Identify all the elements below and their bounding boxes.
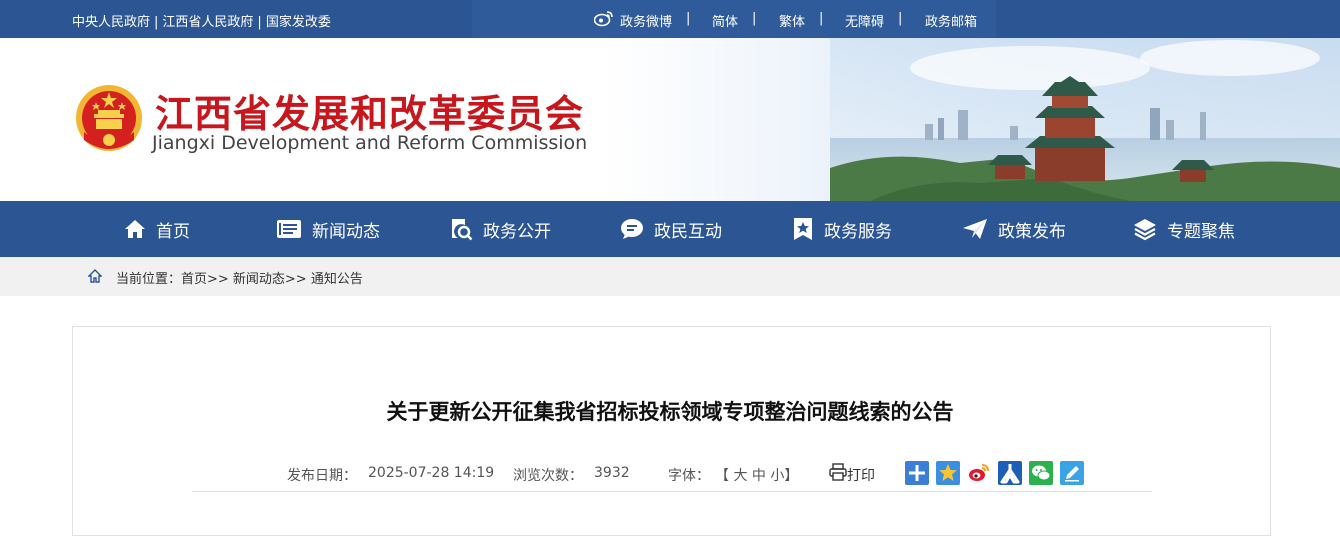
home-icon: [88, 269, 102, 283]
weibo-icon: [593, 10, 614, 31]
top-bar: 中央人民政府 | 江西省人民政府 | 国家发改委 政务微博 | 简体 | 繁体 | 无障…: [0, 0, 1340, 38]
site-title-en: Jiangxi Development and Reform Commissio…: [152, 132, 588, 154]
main-nav: 首页 新闻动态 政务公开 政民互动 政务服务 政策发布 专题聚焦: [0, 201, 1340, 257]
nav-news[interactable]: 新闻动态: [276, 201, 380, 257]
newspaper-icon: [277, 220, 301, 238]
home-icon: [125, 220, 145, 238]
font-size-options[interactable]: 【 大 中 小】: [715, 465, 798, 485]
nav-label: 政务服务: [824, 221, 892, 242]
nav-label: 专题聚焦: [1167, 221, 1235, 242]
print-icon: [829, 463, 847, 485]
link-ndrc[interactable]: 国家发改委: [266, 15, 331, 30]
simplified-link[interactable]: 简体: [712, 11, 738, 30]
nav-interaction[interactable]: 政民互动: [620, 201, 722, 257]
views-label: 浏览次数：: [513, 468, 583, 484]
link-central-gov[interactable]: 中央人民政府: [72, 15, 150, 30]
chat-bubble-icon: [621, 219, 643, 239]
breadcrumb: 当前位置：首页>> 新闻动态>> 通知公告: [0, 257, 1340, 296]
separator: |: [154, 15, 159, 30]
qzone-icon[interactable]: [936, 461, 960, 485]
nav-gov-affairs[interactable]: 政务公开: [449, 201, 551, 257]
link-jiangxi-gov[interactable]: 江西省人民政府: [162, 15, 253, 30]
plus-share-icon[interactable]: [905, 461, 929, 485]
nav-label: 政民互动: [654, 221, 722, 242]
weibo-icon[interactable]: [967, 461, 991, 485]
site-title-cn: 江西省发展和改革委员会: [155, 91, 585, 136]
paper-plane-icon: [963, 219, 987, 239]
article-title: 关于更新公开征集我省招标投标领域专项整治问题线索的公告: [386, 400, 954, 424]
document-search-icon: [452, 219, 473, 241]
weibo-link[interactable]: 政务微博: [620, 11, 672, 30]
nav-label: 首页: [156, 221, 190, 242]
font-size-label: 字体：: [668, 468, 710, 484]
national-emblem-icon: [76, 85, 142, 151]
mail-link[interactable]: 政务邮箱: [925, 11, 977, 30]
article-panel: [72, 326, 1271, 536]
separator: |: [752, 11, 757, 26]
separator: |: [898, 11, 903, 26]
pavilion-scenery-image: [830, 38, 1340, 201]
bookmark-star-icon: [794, 218, 812, 240]
nav-topics[interactable]: 专题聚焦: [1133, 201, 1235, 257]
traditional-link[interactable]: 繁体: [779, 11, 805, 30]
separator: |: [257, 15, 262, 30]
nav-label: 政务公开: [483, 221, 551, 242]
top-tools: 政务微博 | 简体 | 繁体 | 无障碍 | 政务邮箱: [472, 0, 996, 38]
nav-policy[interactable]: 政策发布: [962, 201, 1066, 257]
meta-divider: [192, 491, 1152, 492]
publish-date-label: 发布日期：: [287, 468, 357, 484]
nav-home[interactable]: 首页: [124, 201, 190, 257]
top-links: 中央人民政府 | 江西省人民政府 | 国家发改委: [72, 11, 331, 30]
separator: |: [686, 11, 691, 26]
site-banner: 江西省发展和改革委员会 Jiangxi Development and Refo…: [0, 38, 1340, 201]
views-value: 3932: [594, 465, 630, 481]
renmin-icon[interactable]: [998, 461, 1022, 485]
separator: |: [819, 11, 824, 26]
nav-label: 新闻动态: [312, 221, 380, 242]
nav-label: 政策发布: [998, 221, 1066, 242]
edit-icon[interactable]: [1060, 461, 1084, 485]
breadcrumb-text: 当前位置：首页>> 新闻动态>> 通知公告: [116, 272, 363, 287]
wechat-icon[interactable]: [1029, 461, 1053, 485]
print-button[interactable]: 打印: [847, 465, 875, 485]
nav-services[interactable]: 政务服务: [792, 201, 892, 257]
accessibility-link[interactable]: 无障碍: [845, 11, 884, 30]
publish-date-value: 2025-07-28 14:19: [368, 465, 495, 481]
layers-icon: [1134, 219, 1156, 241]
